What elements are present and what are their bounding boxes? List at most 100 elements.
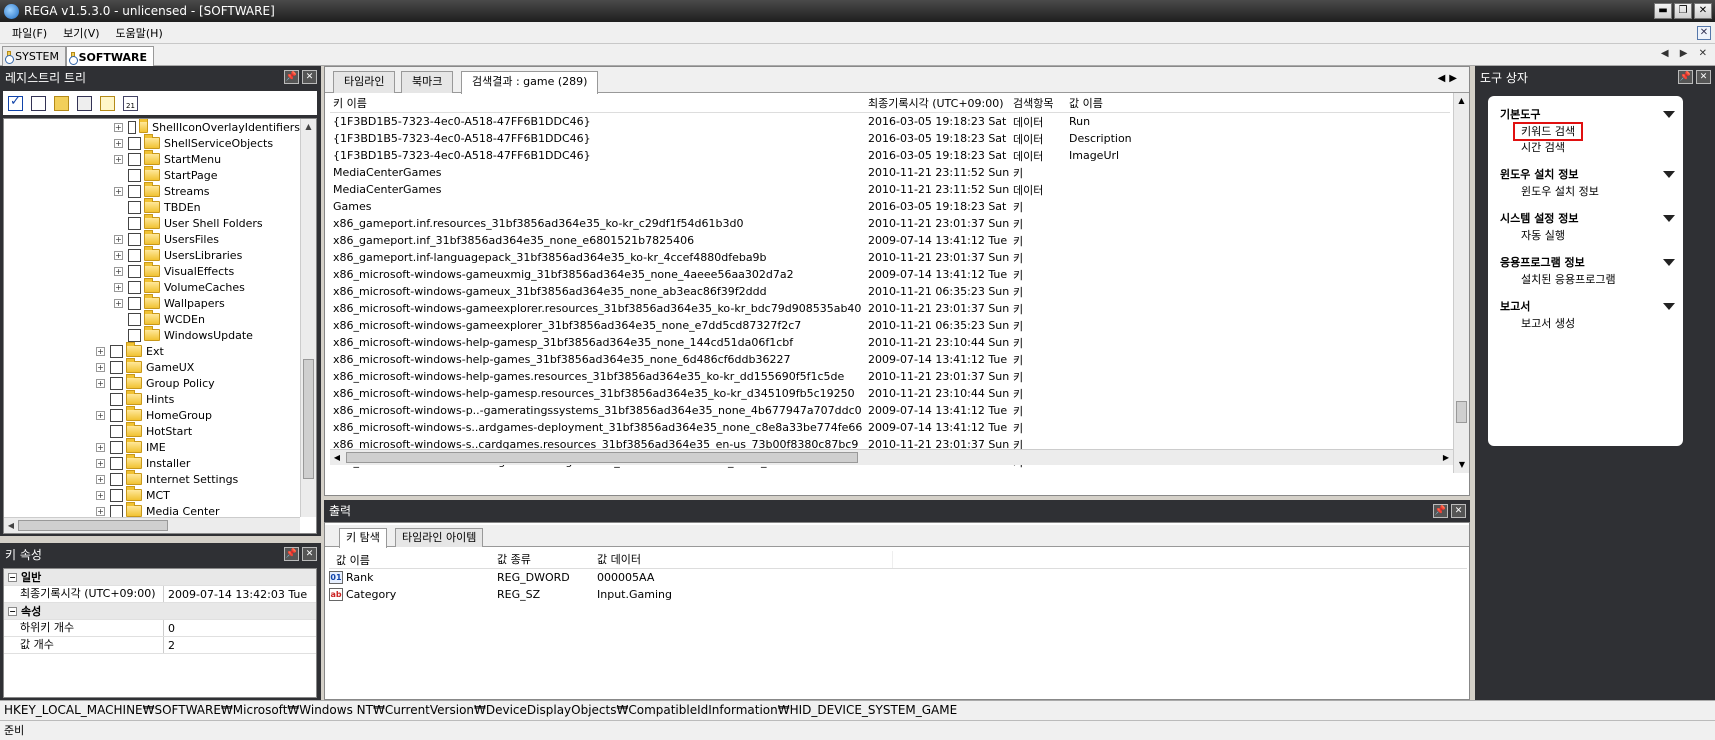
expand-icon[interactable]: + xyxy=(96,490,105,500)
results-horizontal-scrollbar[interactable]: ◀ ▶ xyxy=(330,449,1453,465)
table-row[interactable]: Games 2016-03-05 19:18:23 Sat 키 xyxy=(330,198,1450,215)
expand-icon[interactable]: + xyxy=(96,506,105,516)
collapse-arrow-icon[interactable] xyxy=(1663,111,1675,118)
tree-node[interactable]: + Internet Settings xyxy=(4,470,300,487)
uncheck-all-icon[interactable] xyxy=(31,95,46,111)
toolbox-item[interactable]: 설치된 응용프로그램 xyxy=(1488,272,1683,288)
node-checkbox[interactable] xyxy=(128,152,141,166)
scroll-down-icon[interactable]: ▼ xyxy=(1454,457,1470,473)
column-value-name[interactable]: 값 이름 xyxy=(329,551,497,568)
minimize-button[interactable]: ▬ xyxy=(1654,3,1672,19)
tree-vertical-scrollbar[interactable]: ▲ xyxy=(300,119,316,517)
tree-node[interactable]: User Shell Folders xyxy=(4,214,300,231)
toolbox-section-title[interactable]: 시스템 설정 정보 xyxy=(1488,210,1683,228)
tree-node[interactable]: + Installer xyxy=(4,454,300,471)
tab-key-explore[interactable]: 키 탐색 xyxy=(339,528,387,548)
tab-nav-arrows[interactable]: ◀ ▶ ✕ xyxy=(1661,48,1711,59)
results-grid[interactable]: 키 이름 최종기록시각 (UTC+09:00) 검색항목 값 이름 {1F3BD… xyxy=(330,95,1450,475)
node-checkbox[interactable] xyxy=(110,456,123,470)
pin-icon[interactable]: 📌 xyxy=(1433,504,1448,518)
calendar-icon[interactable]: 21 xyxy=(123,95,138,111)
tab-search-results[interactable]: 검색결과 : game (289) xyxy=(461,71,599,94)
scroll-thumb[interactable] xyxy=(303,359,314,479)
toolbox-section-title[interactable]: 보고서 xyxy=(1488,298,1683,316)
restore-button[interactable]: ❐ xyxy=(1674,3,1692,19)
expand-icon[interactable]: + xyxy=(114,266,123,276)
tree-node[interactable]: + Streams xyxy=(4,182,300,199)
scroll-up-icon[interactable]: ▲ xyxy=(1454,93,1469,109)
table-row[interactable]: x86_microsoft-windows-help-gamesp.resour… xyxy=(330,385,1450,402)
tree-node[interactable]: + HomeGroup xyxy=(4,406,300,423)
expand-icon[interactable]: + xyxy=(114,186,123,196)
expand-icon[interactable]: + xyxy=(114,298,123,308)
toolbox-section-title[interactable]: 응용프로그램 정보 xyxy=(1488,254,1683,272)
node-checkbox[interactable] xyxy=(110,472,123,486)
table-row[interactable]: x86_microsoft-windows-s..ardgames-deploy… xyxy=(330,419,1450,436)
tab-bookmarks[interactable]: 북마크 xyxy=(401,71,454,93)
results-vertical-scrollbar[interactable]: ▲ ▼ xyxy=(1453,93,1469,473)
tab-timeline-items[interactable]: 타임라인 아이템 xyxy=(395,528,484,547)
tab-nav-arrows[interactable]: ◀▶ xyxy=(1438,73,1461,84)
tree-horizontal-scrollbar[interactable]: ◀ xyxy=(4,517,300,533)
node-checkbox[interactable] xyxy=(128,168,141,182)
expand-icon[interactable]: + xyxy=(96,458,105,468)
node-checkbox[interactable] xyxy=(128,184,141,198)
node-checkbox[interactable] xyxy=(110,504,123,518)
table-row[interactable]: x86_microsoft-windows-help-games_31bf385… xyxy=(330,351,1450,368)
expand-icon[interactable]: + xyxy=(114,250,123,260)
tree-node[interactable]: + StartMenu xyxy=(4,150,300,167)
expand-icon[interactable]: + xyxy=(96,378,105,388)
property-category[interactable]: − 일반 xyxy=(4,569,316,586)
registry-tree[interactable]: + ShellIconOverlayIdentifiers + ShellServic… xyxy=(3,118,317,534)
column-last-write[interactable]: 최종기록시각 (UTC+09:00) xyxy=(865,95,1010,112)
tree-node[interactable]: + UsersFiles xyxy=(4,230,300,247)
tab-software[interactable]: SOFTWARE xyxy=(66,46,154,67)
column-key-name[interactable]: 키 이름 xyxy=(330,95,865,112)
column-value-type[interactable]: 값 종류 xyxy=(497,551,597,568)
node-checkbox[interactable] xyxy=(128,248,141,262)
expand-icon[interactable]: + xyxy=(114,154,123,164)
pin-icon[interactable]: 📌 xyxy=(284,547,299,561)
menu-help[interactable]: 도움말(H) xyxy=(108,25,171,41)
toolbox-item[interactable]: 보고서 생성 xyxy=(1488,316,1683,332)
tree-node[interactable]: + UsersLibraries xyxy=(4,246,300,263)
tree-node[interactable]: + VisualEffects xyxy=(4,262,300,279)
property-row[interactable]: 최종기록시각 (UTC+09:00) 2009-07-14 13:42:03 Tu… xyxy=(4,586,316,603)
tree-node[interactable]: + ShellServiceObjects xyxy=(4,134,300,151)
table-row[interactable]: {1F3BD1B5-7323-4ec0-A518-47FF6B1DDC46} 20… xyxy=(330,147,1450,164)
table-row[interactable]: {1F3BD1B5-7323-4ec0-A518-47FF6B1DDC46} 20… xyxy=(330,130,1450,147)
close-icon[interactable]: ✕ xyxy=(1696,70,1711,84)
scroll-thumb[interactable] xyxy=(18,520,168,531)
node-checkbox[interactable] xyxy=(127,120,136,134)
column-value-name[interactable]: 값 이름 xyxy=(1066,95,1446,112)
scroll-thumb[interactable] xyxy=(346,452,858,463)
column-match-type[interactable]: 검색항목 xyxy=(1010,95,1066,112)
close-icon[interactable]: ✕ xyxy=(302,547,317,561)
expand-icon[interactable]: + xyxy=(114,138,123,148)
collapse-icon[interactable]: − xyxy=(8,606,17,616)
table-row[interactable]: x86_microsoft-windows-help-gamesp_31bf38… xyxy=(330,334,1450,351)
expand-icon[interactable]: + xyxy=(96,410,105,420)
collapse-arrow-icon[interactable] xyxy=(1663,171,1675,178)
table-row[interactable]: {1F3BD1B5-7323-4ec0-A518-47FF6B1DDC46} 20… xyxy=(330,113,1450,130)
tree-node[interactable]: + VolumeCaches xyxy=(4,278,300,295)
tree-node[interactable]: WindowsUpdate xyxy=(4,326,300,343)
expand-icon[interactable]: + xyxy=(96,362,105,372)
pin-icon[interactable]: 📌 xyxy=(1678,70,1693,84)
expand-icon[interactable]: + xyxy=(114,282,123,292)
toolbox-item[interactable]: 시간 검색 xyxy=(1488,140,1683,156)
table-row[interactable]: MediaCenterGames 2010-11-21 23:11:52 Sun 데… xyxy=(330,181,1450,198)
tree-node[interactable]: + IME xyxy=(4,438,300,455)
node-checkbox[interactable] xyxy=(110,488,123,502)
copy-icon[interactable] xyxy=(77,95,92,111)
node-checkbox[interactable] xyxy=(128,296,141,310)
tree-node[interactable]: + MCT xyxy=(4,486,300,503)
node-checkbox[interactable] xyxy=(128,232,141,246)
tree-node[interactable]: + Wallpapers xyxy=(4,294,300,311)
table-row[interactable]: x86_microsoft-windows-gameexplorer.resou… xyxy=(330,300,1450,317)
node-checkbox[interactable] xyxy=(128,136,141,150)
check-all-icon[interactable] xyxy=(8,94,23,111)
table-row[interactable]: ab Category REG_SZ Input.Gaming xyxy=(329,586,1467,603)
scroll-up-icon[interactable]: ▲ xyxy=(301,119,316,135)
table-row[interactable]: x86_gameport.inf.resources_31bf3856ad364… xyxy=(330,215,1450,232)
